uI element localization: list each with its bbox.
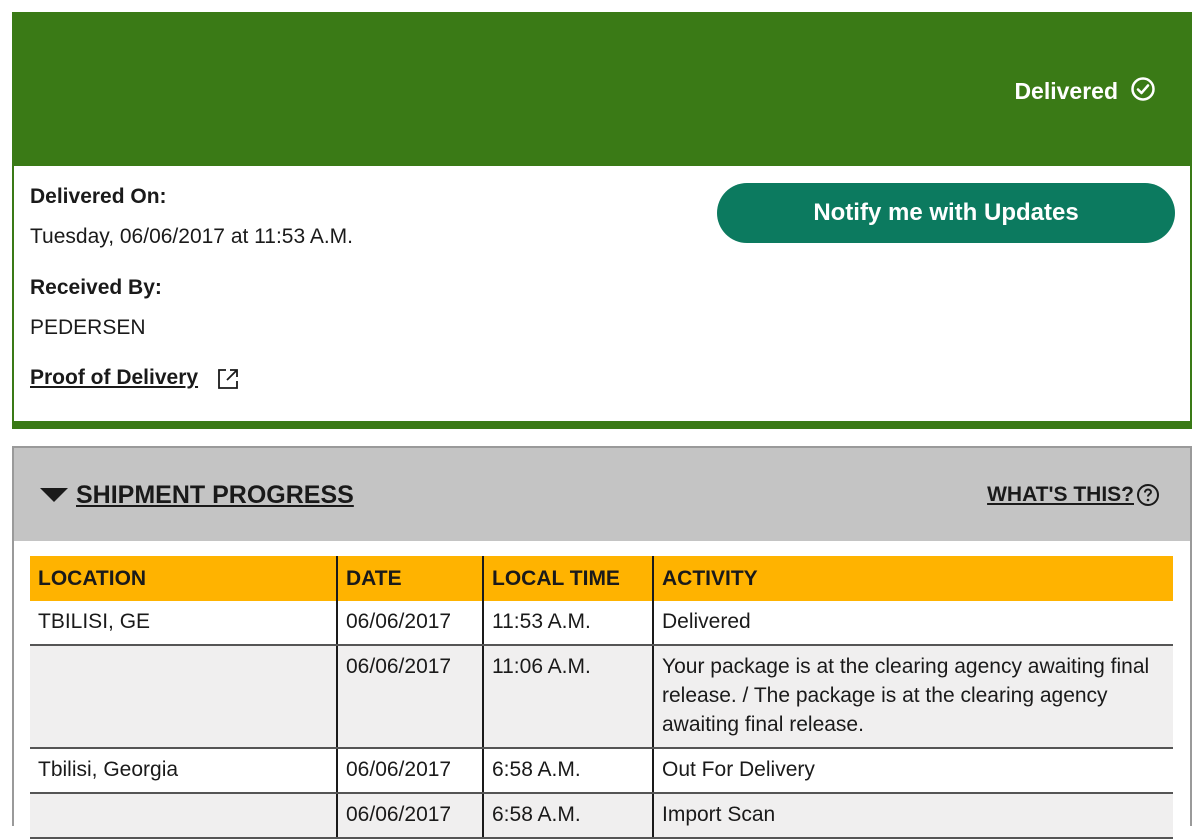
table-row: 06/06/2017 6:58 A.M. Import Scan [30, 793, 1173, 839]
whats-this-link[interactable]: WHAT'S THIS? [987, 483, 1134, 507]
activity-cell: Your package is at the clearing agency a… [652, 645, 1173, 749]
status-banner: Delivered [14, 14, 1190, 166]
column-header-location: LOCATION [30, 556, 337, 601]
progress-title[interactable]: SHIPMENT PROGRESS [76, 481, 354, 510]
delivered-on-value: Tuesday, 06/06/2017 at 11:53 A.M. [30, 225, 353, 248]
notify-updates-button[interactable]: Notify me with Updates [717, 183, 1175, 243]
table-row: TBILISI, GE 06/06/2017 11:53 A.M. Delive… [30, 601, 1173, 646]
time-cell: 11:53 A.M. [482, 601, 653, 646]
location-cell [30, 645, 337, 749]
column-header-local-time: LOCAL TIME [482, 556, 653, 601]
date-cell: 06/06/2017 [336, 793, 483, 839]
location-cell [30, 793, 337, 839]
activity-cell: Delivered [652, 601, 1173, 646]
time-cell: 6:58 A.M. [482, 793, 653, 839]
table-row: 06/06/2017 11:06 A.M. Your package is at… [30, 645, 1173, 749]
column-header-date: DATE [336, 556, 483, 601]
date-cell: 06/06/2017 [336, 645, 483, 749]
activity-cell: Out For Delivery [652, 748, 1173, 794]
shipment-progress-card: SHIPMENT PROGRESS WHAT'S THIS? LOCATION … [12, 446, 1192, 839]
table-header-row: LOCATION DATE LOCAL TIME ACTIVITY [30, 556, 1173, 601]
delivered-on-label: Delivered On: [30, 185, 167, 208]
status-text: Delivered [1014, 78, 1118, 104]
date-cell: 06/06/2017 [336, 601, 483, 646]
progress-header[interactable]: SHIPMENT PROGRESS WHAT'S THIS? [14, 448, 1190, 541]
shipment-progress-table: LOCATION DATE LOCAL TIME ACTIVITY TBILIS… [30, 556, 1173, 839]
time-cell: 6:58 A.M. [482, 748, 653, 794]
location-cell: Tbilisi, Georgia [30, 748, 337, 794]
external-link-icon[interactable] [216, 367, 240, 391]
received-by-value: PEDERSEN [30, 316, 146, 339]
time-cell: 11:06 A.M. [482, 645, 653, 749]
delivery-status-card: Delivered Delivered On: Tuesday, 06/06/2… [12, 12, 1192, 429]
received-by-label: Received By: [30, 276, 162, 299]
column-header-activity: ACTIVITY [652, 556, 1173, 601]
table-row: Tbilisi, Georgia 06/06/2017 6:58 A.M. Ou… [30, 748, 1173, 794]
date-cell: 06/06/2017 [336, 748, 483, 794]
location-cell: TBILISI, GE [30, 601, 337, 646]
help-circle-icon[interactable] [1136, 483, 1160, 507]
check-circle-icon [1131, 77, 1155, 101]
caret-down-icon[interactable] [40, 488, 68, 502]
activity-cell: Import Scan [652, 793, 1173, 839]
proof-of-delivery-link[interactable]: Proof of Delivery [30, 366, 198, 390]
